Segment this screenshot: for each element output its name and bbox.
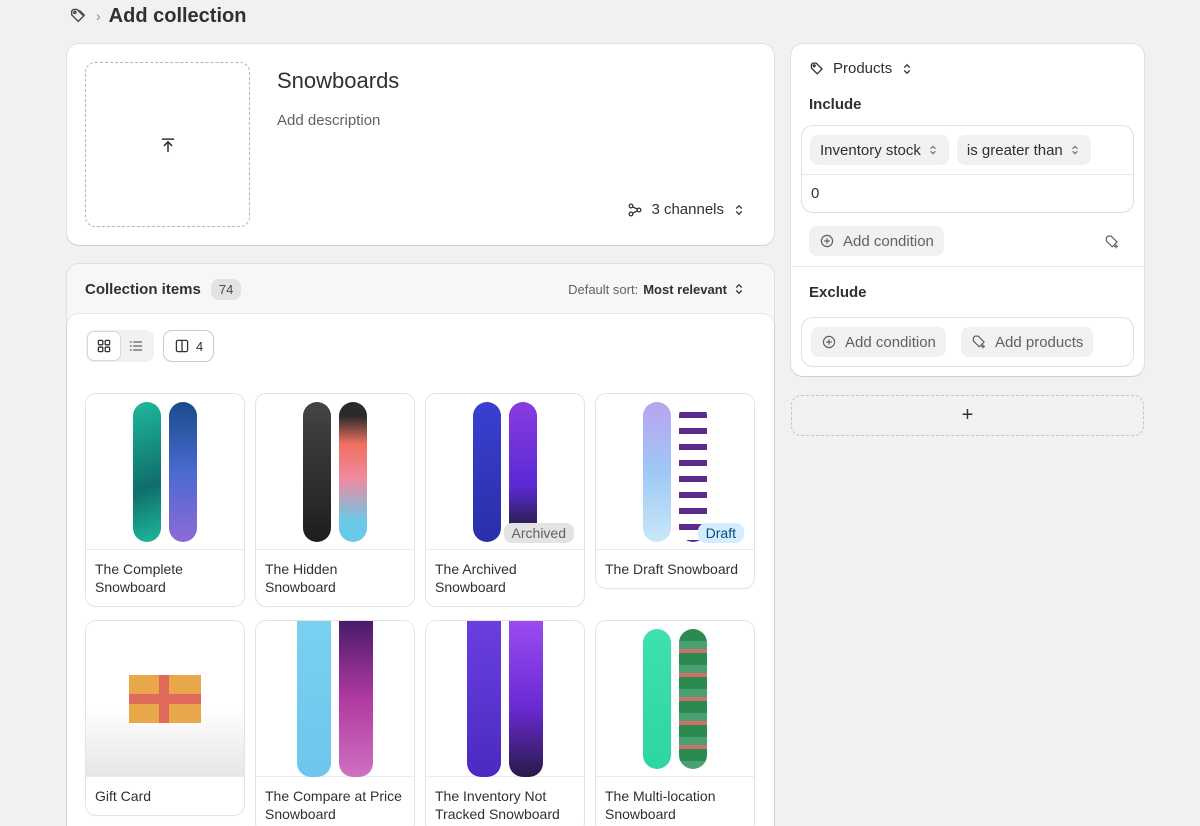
product-image: Archived	[426, 394, 584, 550]
status-badge: Archived	[503, 523, 574, 543]
product-name: Gift Card	[95, 788, 152, 804]
product-card[interactable]: The Inventory Not Tracked Snowboard	[426, 621, 584, 826]
include-label: Include	[809, 96, 862, 113]
add-tag-icon[interactable]	[1104, 234, 1120, 255]
channels-icon	[628, 203, 642, 216]
operator-select[interactable]: is greater than	[956, 135, 1091, 165]
chevron-up-down-icon	[735, 283, 743, 295]
collection-items-card: Collection items 74 Default sort: Most r…	[67, 264, 774, 826]
product-name: The Archived Snowboard	[435, 561, 517, 595]
condition-type-selector[interactable]: Products	[809, 60, 914, 77]
condition-value-input[interactable]: 0	[802, 175, 1133, 212]
product-image: Draft	[596, 394, 754, 550]
product-image	[86, 621, 244, 777]
plus-circle-icon	[822, 335, 836, 349]
collection-items-panel: 4 The Complete Snowboard The Hidden Snow…	[67, 314, 774, 826]
sort-label: Default sort:	[568, 281, 639, 297]
columns-button[interactable]: 4	[164, 331, 214, 361]
channels-label: 3 channels	[651, 201, 724, 218]
include-condition-box: Inventory stock is greater than 0	[801, 125, 1134, 213]
add-products-label: Add products	[995, 333, 1084, 351]
collection-items-header: Collection items 74 Default sort: Most r…	[67, 264, 774, 314]
product-name: The Complete Snowboard	[95, 561, 183, 595]
columns-icon	[175, 339, 189, 353]
add-condition-label: Add condition	[843, 232, 934, 250]
chevron-up-down-icon	[1071, 145, 1078, 155]
add-condition-section-button[interactable]: +	[791, 395, 1144, 436]
list-icon	[129, 341, 143, 351]
image-upload-dropzone[interactable]	[85, 62, 250, 227]
operator-select-value: is greater than	[966, 141, 1063, 159]
plus-icon: +	[961, 404, 974, 426]
product-image	[596, 621, 754, 777]
upload-icon	[161, 137, 174, 152]
condition-type-label: Products	[833, 60, 893, 77]
section-divider	[791, 266, 1144, 267]
breadcrumb: › Add collection	[68, 4, 246, 28]
items-count-badge: 74	[210, 278, 242, 300]
field-select[interactable]: Inventory stock	[810, 135, 949, 165]
list-view-button[interactable]	[120, 332, 152, 360]
columns-count: 4	[196, 338, 204, 354]
grid-view-button[interactable]	[88, 332, 120, 360]
product-tag-icon	[810, 62, 823, 75]
condition-selectors: Inventory stock is greater than	[802, 126, 1133, 175]
product-card[interactable]: The Compare at Price Snowboard	[256, 621, 414, 826]
product-name: The Hidden Snowboard	[265, 561, 338, 595]
product-card[interactable]: Gift Card	[86, 621, 244, 815]
exclude-label: Exclude	[809, 284, 867, 301]
exclude-condition-box: Add condition Add products	[801, 317, 1134, 367]
collection-tag-icon[interactable]	[68, 6, 88, 26]
sort-selector[interactable]: Default sort: Most relevant	[568, 282, 756, 297]
chevron-up-down-icon	[735, 204, 743, 215]
collection-items-title: Collection items	[85, 280, 201, 298]
add-product-tag-icon	[972, 335, 985, 349]
page-title: Add collection	[108, 4, 247, 27]
plus-circle-icon	[820, 234, 834, 248]
field-select-value: Inventory stock	[820, 141, 921, 159]
description-field[interactable]: Add description	[277, 112, 380, 129]
product-card[interactable]: Archived The Archived Snowboard	[426, 394, 584, 606]
chevron-right-icon: ›	[96, 8, 101, 24]
product-name: The Inventory Not Tracked Snowboard	[435, 788, 560, 822]
status-badge: Draft	[697, 523, 744, 543]
chevron-up-down-icon	[903, 63, 911, 74]
product-name: The Compare at Price Snowboard	[265, 788, 402, 822]
product-card[interactable]: The Complete Snowboard	[86, 394, 244, 606]
chevron-up-down-icon	[930, 145, 936, 155]
product-image	[256, 621, 414, 777]
add-include-condition-button[interactable]: Add condition	[809, 226, 944, 256]
collection-title[interactable]: Snowboards	[277, 68, 399, 94]
product-image	[256, 394, 414, 550]
channels-selector[interactable]: 3 channels	[627, 201, 746, 218]
add-condition-label: Add condition	[845, 333, 936, 351]
product-card[interactable]: The Hidden Snowboard	[256, 394, 414, 606]
product-image	[86, 394, 244, 550]
product-card[interactable]: Draft The Draft Snowboard	[596, 394, 754, 588]
product-name: The Draft Snowboard	[605, 561, 739, 577]
product-card[interactable]: The Multi-location Snowboard	[596, 621, 754, 826]
add-exclude-condition-button[interactable]: Add condition	[811, 327, 946, 357]
gift-card-image	[129, 674, 201, 723]
add-products-button[interactable]: Add products	[961, 327, 1094, 357]
grid-icon	[97, 339, 111, 353]
sort-value: Most relevant	[643, 281, 727, 297]
product-image	[426, 621, 584, 777]
product-name: The Multi-location Snowboard	[605, 788, 716, 822]
view-toggle	[86, 330, 154, 362]
collection-details-card: Snowboards Add description 3 channels	[67, 44, 774, 245]
conditions-card: Products Include Inventory stock is grea…	[791, 44, 1144, 376]
